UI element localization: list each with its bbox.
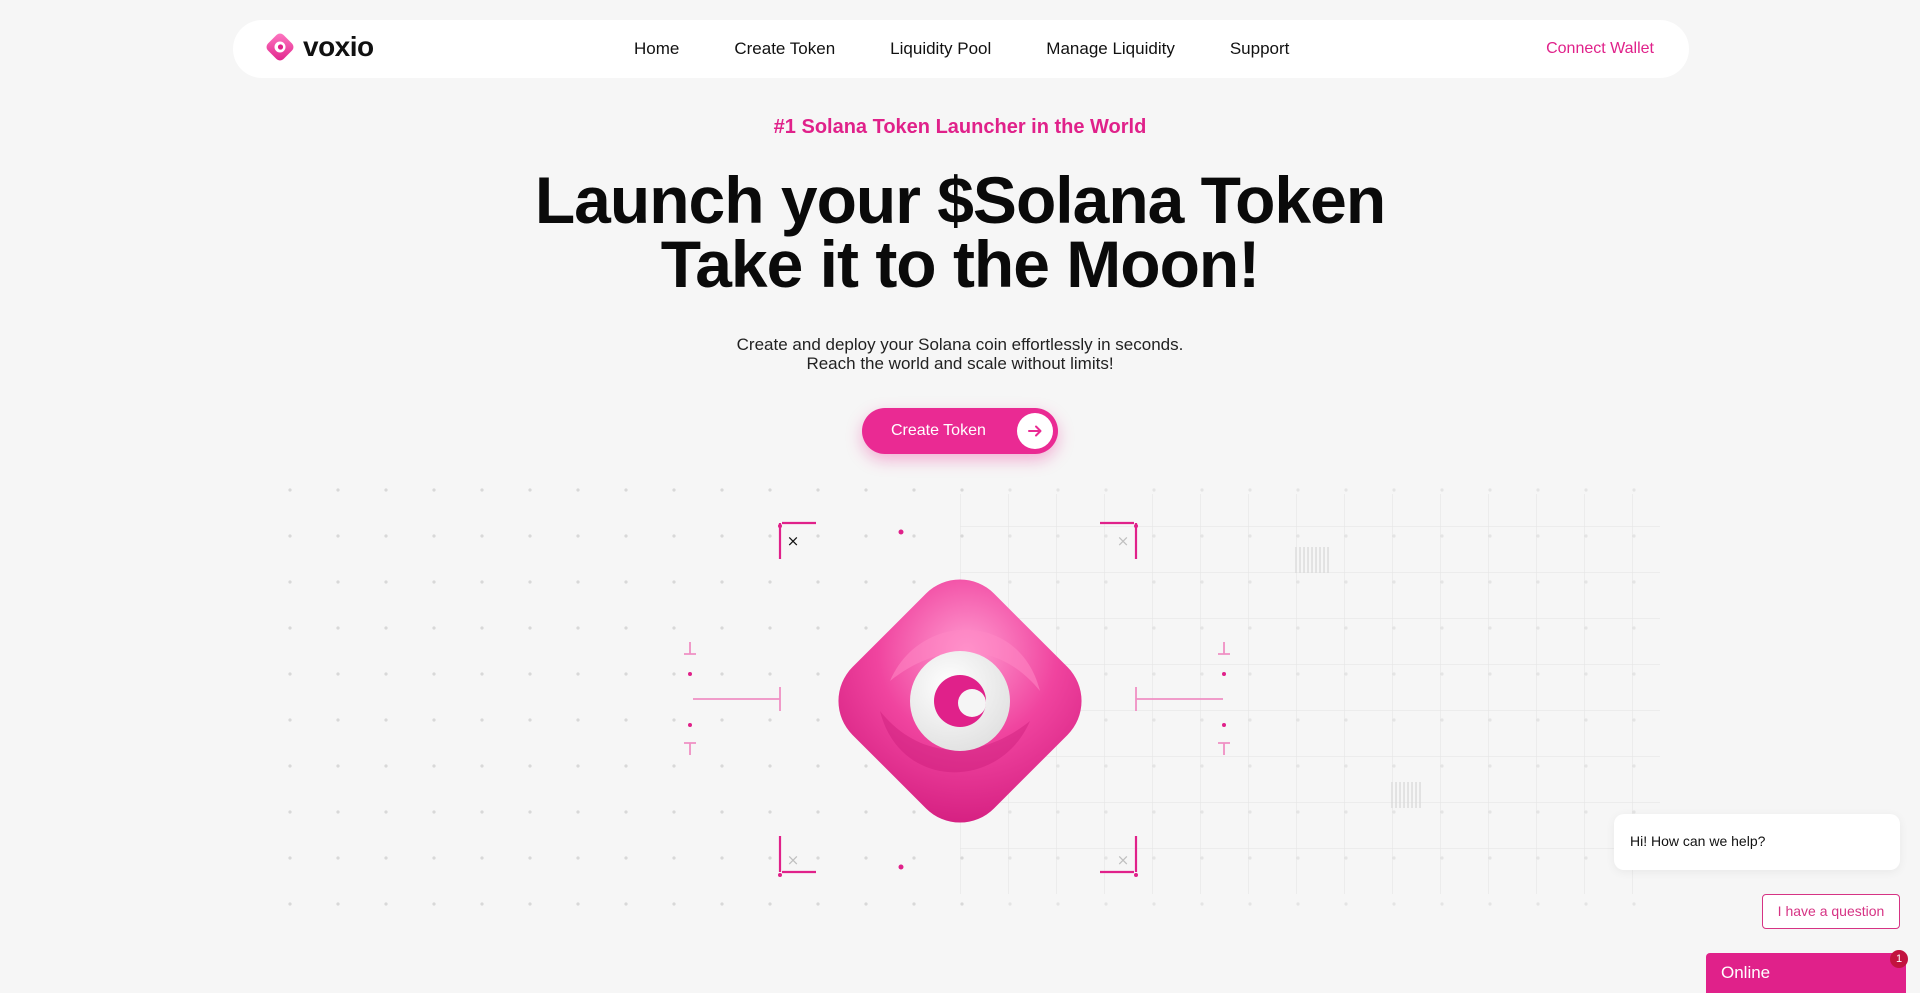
svg-text:×: × [1117, 851, 1130, 869]
headline-line-2: Take it to the Moon! [660, 227, 1260, 301]
create-token-button[interactable]: Create Token [862, 408, 1058, 454]
brand-name: voxio [303, 31, 374, 62]
diamond-logo-icon [266, 33, 294, 61]
unread-badge: 1 [1890, 950, 1908, 968]
create-token-label: Create Token [891, 422, 986, 439]
nav-liquidity-pool[interactable]: Liquidity Pool [890, 39, 991, 59]
connect-wallet-button[interactable]: Connect Wallet [1546, 20, 1654, 78]
chat-greeting: Hi! How can we help? [1614, 814, 1900, 870]
brand[interactable]: voxio [263, 30, 374, 64]
nav-support[interactable]: Support [1230, 39, 1290, 59]
subtext-line-1: Create and deploy your Solana coin effor… [736, 335, 1184, 354]
nav-links: Home Create Token Liquidity Pool Manage … [634, 20, 1289, 78]
svg-text:×: × [1117, 532, 1130, 550]
headline-line-1: Launch your $Solana Token [534, 163, 1386, 237]
hero-headline: Launch your $Solana Token Take it to the… [0, 163, 1920, 301]
top-nav: voxio Home Create Token Liquidity Pool M… [233, 20, 1689, 78]
nav-home[interactable]: Home [634, 39, 679, 59]
subtext-line-2: Reach the world and scale without limits… [806, 354, 1114, 373]
svg-text:×: × [787, 851, 800, 869]
arrow-right-icon [1017, 413, 1053, 449]
hero-eyebrow: #1 Solana Token Launcher in the World [773, 116, 1147, 138]
chat-status-bar[interactable]: Online [1706, 953, 1906, 993]
question-button[interactable]: I have a question [1762, 894, 1900, 929]
svg-text:×: × [787, 532, 800, 550]
hero-subtext: Create and deploy your Solana coin effor… [0, 335, 1920, 373]
nav-create-token[interactable]: Create Token [734, 39, 835, 59]
nav-manage-liquidity[interactable]: Manage Liquidity [1046, 39, 1175, 59]
